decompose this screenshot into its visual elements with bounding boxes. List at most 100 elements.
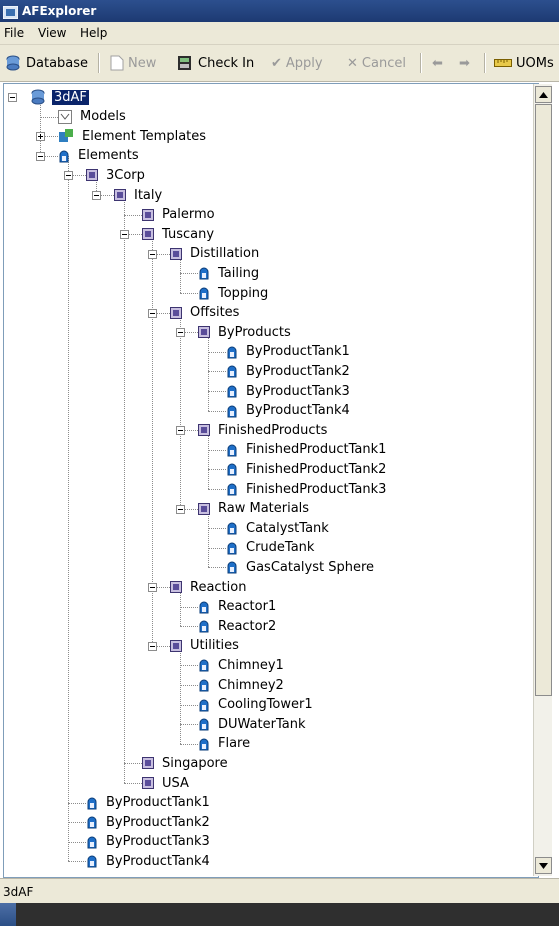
collapse-toggle[interactable]: [176, 426, 185, 436]
tree-node[interactable]: Chimney1: [198, 655, 286, 675]
element-icon: [86, 835, 98, 849]
tree-node[interactable]: ByProductTank2: [86, 812, 212, 832]
collapse-toggle[interactable]: [64, 171, 73, 181]
tree-guide-line: [124, 214, 142, 216]
tree-node[interactable]: FinishedProductTank3: [226, 479, 388, 499]
tree-node-label: FinishedProducts: [218, 422, 328, 438]
tree-node[interactable]: DUWaterTank: [198, 714, 307, 734]
menu-help[interactable]: Help: [80, 26, 107, 40]
tree-node[interactable]: ByProductTank4: [86, 851, 212, 871]
scroll-down-button[interactable]: [535, 857, 552, 874]
start-button[interactable]: [0, 903, 16, 926]
back-button[interactable]: ⬅: [432, 53, 447, 73]
tree-node[interactable]: Element Templates: [58, 126, 208, 146]
tree-node-label: Palermo: [162, 207, 215, 223]
menu-file[interactable]: File: [4, 26, 24, 40]
collapse-toggle[interactable]: [148, 641, 157, 651]
tree-node[interactable]: Reactor1: [198, 597, 278, 617]
collapse-toggle[interactable]: [120, 230, 129, 240]
scroll-thumb[interactable]: [535, 104, 552, 696]
tree-node-label: Elements: [78, 148, 139, 164]
tree-node[interactable]: Tuscany: [142, 224, 216, 244]
tree-node[interactable]: CrudeTank: [226, 538, 316, 558]
element-icon: [198, 286, 210, 300]
tree-node[interactable]: Reaction: [170, 577, 248, 597]
tree-node[interactable]: 3dAF: [30, 87, 89, 107]
menu-view[interactable]: View: [38, 26, 66, 40]
element-icon: [226, 384, 238, 398]
tree-node[interactable]: ByProductTank1: [226, 342, 352, 362]
element-icon: [226, 521, 238, 535]
collapse-toggle[interactable]: [148, 308, 157, 318]
arrow-down-icon: [539, 862, 548, 869]
collapse-toggle[interactable]: [148, 249, 157, 259]
new-button[interactable]: New: [110, 53, 156, 73]
tree-node[interactable]: CatalystTank: [226, 518, 331, 538]
taskbar: [0, 903, 559, 926]
tree-node[interactable]: Tailing: [198, 263, 261, 283]
tree-node[interactable]: Singapore: [142, 753, 230, 773]
tree-node[interactable]: Palermo: [142, 205, 217, 225]
tree-node-label: FinishedProductTank3: [246, 481, 387, 497]
apply-button[interactable]: ✔ Apply: [271, 53, 323, 73]
tree-node-label: GasCatalyst Sphere: [246, 559, 375, 575]
tree-guide-line: [68, 861, 86, 863]
tree-node[interactable]: Italy: [114, 185, 164, 205]
expand-toggle[interactable]: [36, 132, 45, 142]
collapse-toggle[interactable]: [176, 328, 185, 338]
vertical-scrollbar[interactable]: [533, 84, 552, 876]
tree-node[interactable]: FinishedProductTank2: [226, 459, 388, 479]
tree-node[interactable]: Utilities: [170, 636, 241, 656]
check-in-button[interactable]: Check In: [176, 53, 254, 73]
collapse-toggle[interactable]: [148, 583, 157, 592]
tree-node[interactable]: ByProductTank3: [86, 832, 212, 852]
tree-node[interactable]: Models: [58, 107, 128, 127]
tree-node[interactable]: Reactor2: [198, 616, 278, 636]
tree-node[interactable]: Distillation: [170, 244, 261, 264]
tree-node-label: 3dAF: [52, 89, 89, 105]
tree-guide-line: [180, 626, 198, 628]
uoms-button[interactable]: UOMs: [494, 53, 554, 73]
group-icon: [198, 326, 210, 339]
tree-guide-line: [208, 567, 226, 569]
tree-node[interactable]: Flare: [198, 734, 252, 754]
tree-node[interactable]: CoolingTower1: [198, 695, 315, 715]
scroll-up-button[interactable]: [535, 86, 552, 103]
tree-node[interactable]: Offsites: [170, 303, 241, 323]
tree-view[interactable]: 3dAF Models Element Templates Elements 3Corp…: [3, 83, 539, 878]
tree-node[interactable]: USA: [142, 773, 191, 793]
tree-node[interactable]: Chimney2: [198, 675, 286, 695]
tree-node[interactable]: ByProducts: [198, 322, 293, 342]
cancel-button[interactable]: ✕ Cancel: [347, 53, 406, 73]
tree-node[interactable]: Elements: [58, 146, 141, 166]
element-icon: [198, 619, 210, 633]
element-icon: [198, 678, 210, 692]
element-icon: [226, 482, 238, 496]
tree-node[interactable]: ByProductTank2: [226, 361, 352, 381]
tree-node[interactable]: ByProductTank4: [226, 401, 352, 421]
element-icon: [58, 149, 70, 163]
tree-node[interactable]: 3Corp: [86, 165, 147, 185]
tree-node[interactable]: ByProductTank3: [226, 381, 352, 401]
tree-node-label: DUWaterTank: [218, 716, 306, 732]
tree-node[interactable]: GasCatalyst Sphere: [226, 557, 376, 577]
arrow-up-icon: [539, 91, 548, 98]
tree-node[interactable]: Raw Materials: [198, 499, 311, 519]
collapse-toggle[interactable]: [36, 151, 45, 161]
collapse-toggle[interactable]: [176, 504, 185, 514]
forward-button[interactable]: ➡: [459, 53, 474, 73]
tree-guide-line: [180, 724, 198, 726]
tree-node-label: Distillation: [190, 246, 260, 262]
element-icon: [198, 600, 210, 614]
database-button[interactable]: Database: [4, 53, 88, 73]
tree-node[interactable]: ByProductTank1: [86, 793, 212, 813]
collapse-toggle[interactable]: [8, 93, 17, 102]
tree-node-label: ByProductTank4: [106, 853, 210, 869]
tree-node[interactable]: Topping: [198, 283, 270, 303]
tree-guide-line: [123, 195, 125, 783]
tree-node[interactable]: FinishedProductTank1: [226, 440, 388, 460]
tree-node[interactable]: FinishedProducts: [198, 420, 329, 440]
collapse-toggle[interactable]: [92, 191, 101, 200]
element-icon: [86, 796, 98, 810]
title-bar: AFExplorer: [0, 0, 559, 22]
